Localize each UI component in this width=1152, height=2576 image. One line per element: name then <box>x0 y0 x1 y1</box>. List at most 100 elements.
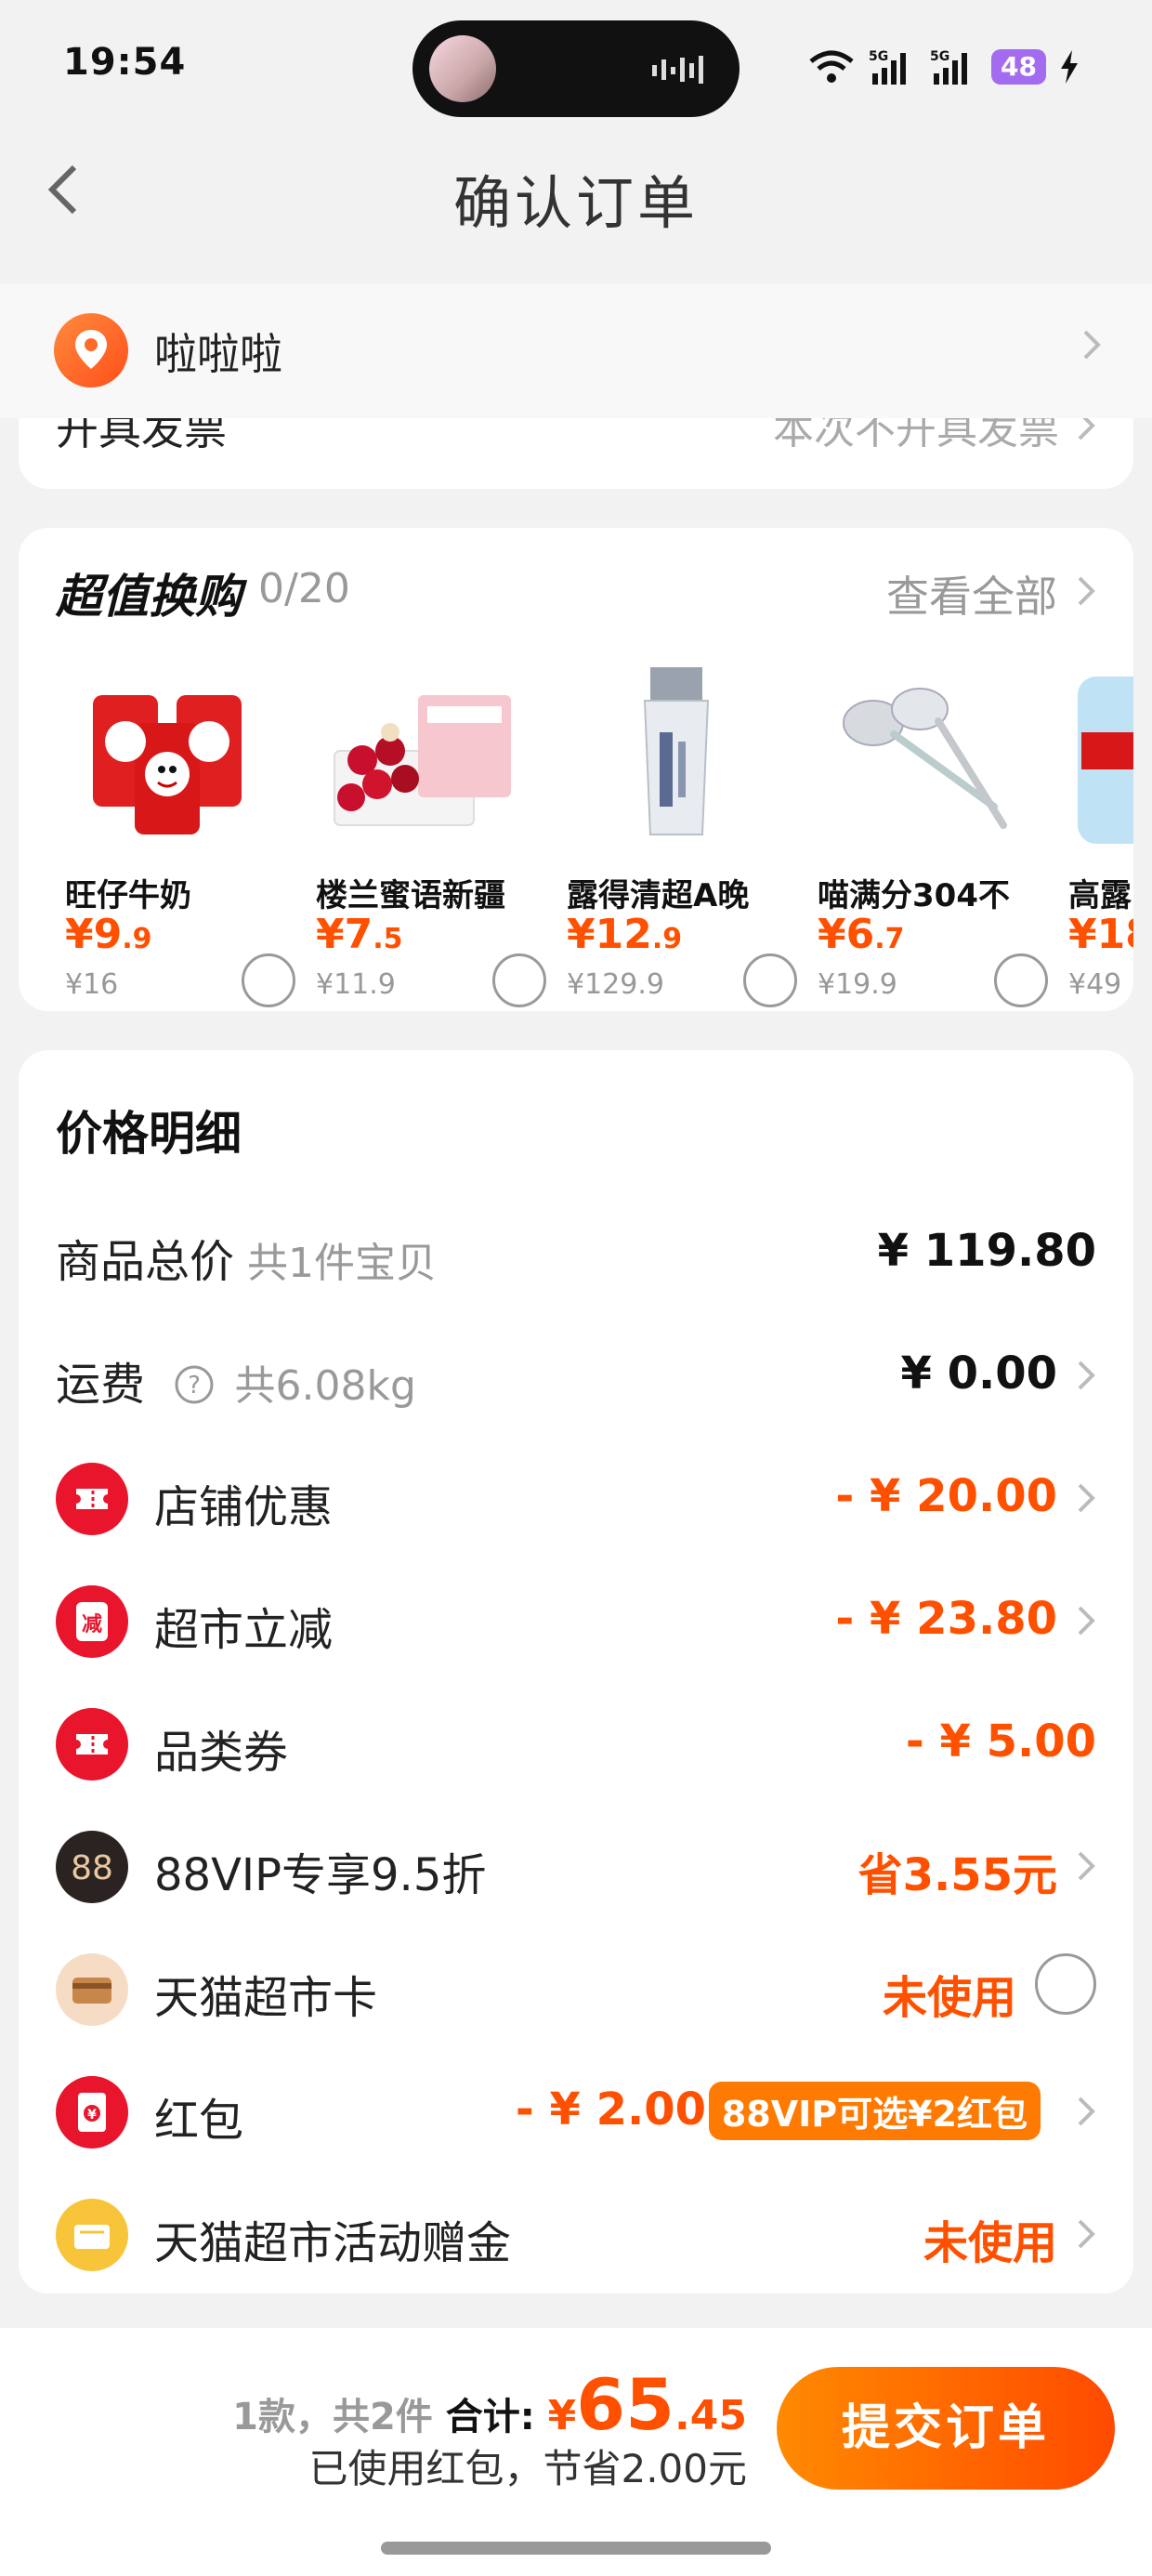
address-bar[interactable]: 啦啦啦 <box>0 283 1152 418</box>
status-time: 19:54 <box>63 41 187 84</box>
row-sub: 共6.08kg <box>234 1362 416 1410</box>
svg-text:5G: 5G <box>869 49 888 64</box>
now-playing-thumbnail <box>429 35 496 102</box>
row-value: 未使用 <box>923 2217 1057 2269</box>
row-bonus-credit[interactable]: 天猫超市活动赠金 未使用 <box>19 2186 1133 2279</box>
svg-text:减: 减 <box>82 1612 102 1636</box>
signal-5g-icon-2: 5G <box>930 49 968 85</box>
row-label: 超市立减 <box>154 1604 334 1656</box>
view-all-link[interactable]: 查看全部 <box>886 563 1057 624</box>
select-radio[interactable] <box>242 953 295 1007</box>
row-red-packet[interactable]: ¥ 红包 - ¥ 2.00 88VIP可选¥2红包 <box>19 2063 1133 2156</box>
row-shop-discount[interactable]: 店铺优惠 - ¥ 20.00 <box>19 1450 1133 1543</box>
row-88vip[interactable]: 88 88VIP专享9.5折 省3.55元 <box>19 1818 1133 1911</box>
upsell-product[interactable]: 露得清超A晚 ¥12.9 ¥129.9 <box>548 658 797 1011</box>
product-original-price: ¥19.9 <box>818 968 897 1001</box>
location-pin-icon <box>54 313 128 388</box>
total-currency: ¥ <box>547 2392 577 2439</box>
product-price: ¥18 <box>1068 911 1133 958</box>
upsell-product[interactable]: 高露 ¥18 ¥49 <box>1050 658 1133 1011</box>
red-packet-icon: ¥ <box>56 2076 128 2149</box>
row-label: 天猫超市卡 <box>154 1972 378 2024</box>
discount-jar-icon: 减 <box>56 1585 128 1658</box>
row-value: ¥ 0.00 <box>900 1347 1057 1400</box>
chevron-right-icon <box>1083 330 1101 360</box>
chevron-right-icon <box>1078 2219 1095 2249</box>
chevron-right-icon <box>1078 1606 1095 1636</box>
address-name: 啦啦啦 <box>154 329 282 379</box>
select-radio[interactable] <box>743 953 797 1007</box>
product-name: 露得清超A晚 <box>567 877 750 914</box>
product-name: 喵满分304不 <box>818 877 1010 914</box>
svg-text:5G: 5G <box>930 49 949 64</box>
svg-text:?: ? <box>188 1372 201 1400</box>
status-bar: 19:54 5G 5G 48 <box>0 0 1152 139</box>
item-count: 1款，共2件 <box>232 2396 433 2438</box>
row-tmall-card[interactable]: 天猫超市卡 未使用 <box>19 1940 1133 2033</box>
chevron-right-icon <box>1078 1851 1095 1881</box>
home-indicator[interactable] <box>381 2542 771 2555</box>
row-value: - ¥ 5.00 <box>905 1715 1096 1768</box>
row-supermarket-discount[interactable]: 减 超市立减 - ¥ 23.80 <box>19 1572 1133 1665</box>
wifi-icon <box>809 50 854 83</box>
price-details-card: 价格明细 商品总价 共1件宝贝 ¥ 119.80 运费 ? 共6.08kg ¥ 0… <box>19 1050 1133 2293</box>
price-details-title: 价格明细 <box>56 1107 242 1161</box>
product-price: ¥12.9 <box>567 911 683 958</box>
help-icon[interactable]: ? <box>174 1364 215 1405</box>
top-nav: 确认订单 <box>0 139 1152 242</box>
row-label: 商品总价 <box>56 1236 235 1288</box>
dynamic-island[interactable] <box>412 20 740 117</box>
total-amount: 65 <box>576 2363 675 2446</box>
upsell-product[interactable]: 楼兰蜜语新疆 ¥7.5 ¥11.9 <box>297 658 546 1011</box>
select-radio[interactable] <box>1035 1953 1096 2015</box>
product-original-price: ¥129.9 <box>567 968 664 1001</box>
vip-88-icon: 88 <box>56 1831 128 1903</box>
total-label: 合计: <box>445 2396 535 2438</box>
row-label: 88VIP专享9.5折 <box>154 1849 487 1901</box>
row-value: 省3.55元 <box>857 1849 1057 1901</box>
chevron-right-icon <box>1078 1360 1095 1390</box>
charging-bolt-icon <box>1061 50 1078 84</box>
submit-order-button[interactable]: 提交订单 <box>777 2367 1115 2490</box>
select-radio[interactable] <box>994 953 1048 1007</box>
select-radio[interactable] <box>492 953 546 1007</box>
row-value: - ¥ 20.00 <box>835 1470 1057 1522</box>
upsell-card: 超值换购 0/20 查看全部 旺仔牛奶 ¥9.9 ¥16 楼兰蜜语新疆 ¥7.5… <box>19 528 1133 1011</box>
row-shipping[interactable]: 运费 ? 共6.08kg ¥ 0.00 <box>19 1327 1133 1420</box>
row-label: 红包 <box>154 2095 244 2147</box>
cream-tube-image <box>643 667 710 835</box>
upsell-product[interactable]: 喵满分304不 ¥6.7 ¥19.9 <box>799 658 1048 1011</box>
savings-note: 已使用红包，节省2.00元 <box>308 2446 747 2491</box>
product-name: 高露 <box>1068 877 1132 914</box>
chevron-right-icon[interactable] <box>1076 574 1096 608</box>
water-bottle-image <box>1078 677 1133 844</box>
upsell-title: 超值换购 <box>56 570 242 624</box>
gift-card-icon <box>56 2199 128 2271</box>
signal-5g-icon: 5G <box>869 49 907 85</box>
product-original-price: ¥11.9 <box>316 968 396 1001</box>
product-name: 旺仔牛奶 <box>65 877 191 914</box>
checkout-bar: 1款，共2件 合计: ¥65.45 已使用红包，节省2.00元 提交订单 <box>0 2328 1152 2576</box>
coupon-icon <box>56 1708 128 1781</box>
battery-indicator: 48 <box>991 49 1046 85</box>
row-goods-total: 商品总价 共1件宝贝 ¥ 119.80 <box>19 1204 1133 1297</box>
row-label: 运费 <box>56 1359 146 1411</box>
status-indicators: 5G 5G 48 <box>807 46 1080 87</box>
product-price: ¥6.7 <box>818 911 905 958</box>
chevron-right-icon <box>1078 1483 1095 1513</box>
product-name: 楼兰蜜语新疆 <box>316 877 505 914</box>
row-label: 品类券 <box>154 1727 289 1779</box>
svg-text:88: 88 <box>71 1849 113 1887</box>
milk-can-image <box>93 695 242 835</box>
svg-text:¥: ¥ <box>87 2108 97 2123</box>
product-price: ¥9.9 <box>65 911 152 958</box>
vip-red-packet-badge: 88VIP可选¥2红包 <box>708 2082 1041 2140</box>
spoon-image <box>843 688 1007 829</box>
product-price: ¥7.5 <box>316 911 403 958</box>
row-value: 未使用 <box>882 1972 1016 2024</box>
row-value: ¥ 119.80 <box>877 1225 1096 1277</box>
row-label: 天猫超市活动赠金 <box>154 2217 512 2269</box>
upsell-product[interactable]: 旺仔牛奶 ¥9.9 ¥16 <box>46 658 295 1011</box>
card-icon <box>56 1953 128 2026</box>
upsell-count: 0/20 <box>258 565 350 612</box>
